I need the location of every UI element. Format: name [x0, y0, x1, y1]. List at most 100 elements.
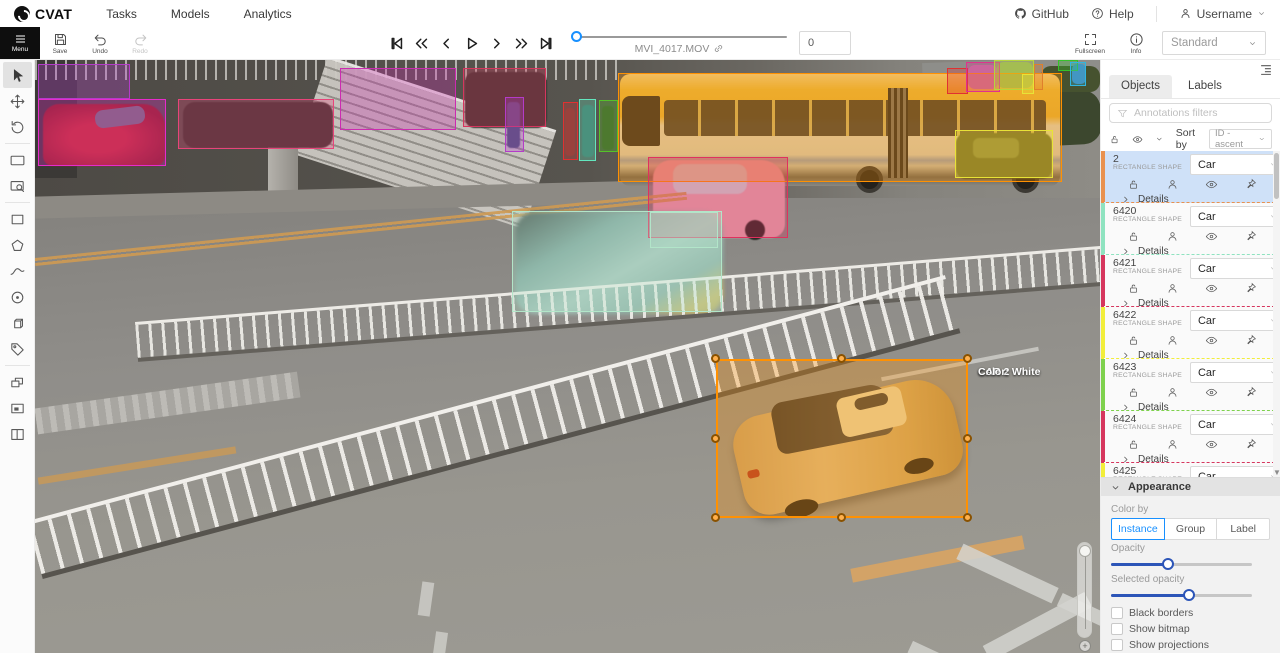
cvat-logo[interactable]: CVAT [14, 6, 72, 22]
save-button[interactable]: Save [40, 27, 80, 59]
forward-button[interactable] [510, 32, 533, 55]
frame-slider-handle[interactable] [571, 31, 582, 42]
object-hide-icon[interactable] [1205, 386, 1218, 399]
move-tool[interactable] [3, 88, 32, 114]
group-tool[interactable] [3, 395, 32, 421]
object-hide-icon[interactable] [1205, 282, 1218, 295]
object-occluded-icon[interactable] [1166, 178, 1179, 191]
user-menu[interactable]: Username [1179, 7, 1266, 21]
workspace-mode-select[interactable]: Standard [1162, 31, 1266, 55]
annotation-box[interactable] [505, 97, 524, 152]
nav-item-tasks[interactable]: Tasks [106, 7, 137, 21]
checkbox-box[interactable] [1111, 623, 1123, 635]
object-list-item[interactable]: 2 RECTANGLE SHAPE Car ⋮ Details [1101, 151, 1280, 203]
annotation-box[interactable] [178, 99, 334, 149]
object-pin-icon[interactable] [1244, 178, 1257, 191]
last-frame-button[interactable] [535, 32, 558, 55]
info-button[interactable]: Info [1116, 32, 1156, 55]
opacity-slider-handle[interactable] [1162, 558, 1174, 570]
fit-image-tool[interactable] [3, 147, 32, 173]
cursor-tool[interactable] [3, 62, 32, 88]
object-occluded-icon[interactable] [1166, 282, 1179, 295]
resize-handle[interactable] [963, 434, 972, 443]
object-lock-icon[interactable] [1127, 334, 1140, 347]
frame-number-input[interactable]: 0 [799, 31, 851, 55]
annotation-box[interactable] [579, 99, 596, 161]
object-label-select[interactable]: Car [1190, 310, 1280, 331]
object-label-select[interactable]: Car [1190, 362, 1280, 383]
object-list-item[interactable]: 6421 RECTANGLE SHAPE Car ⋮ Details [1101, 255, 1280, 307]
annotation-box[interactable] [1022, 74, 1034, 94]
annotation-box[interactable] [340, 68, 456, 130]
object-list-item[interactable]: 6424 RECTANGLE SHAPE Car ⋮ Details [1101, 411, 1280, 463]
checkbox-show-bitmap[interactable]: Show bitmap [1111, 623, 1190, 635]
object-hide-icon[interactable] [1205, 438, 1218, 451]
opacity-slider[interactable] [1111, 557, 1270, 571]
play-button[interactable] [460, 32, 483, 55]
draw-points-tool[interactable] [3, 284, 32, 310]
first-frame-button[interactable] [385, 32, 408, 55]
object-lock-icon[interactable] [1127, 230, 1140, 243]
nav-item-analytics[interactable]: Analytics [244, 7, 292, 21]
split-tool[interactable] [3, 421, 32, 447]
objects-scrollbar[interactable]: ▼ [1273, 151, 1280, 477]
annotations-filter-input[interactable]: Annotations filters [1109, 103, 1272, 124]
lock-all-icon[interactable] [1109, 133, 1120, 146]
object-occluded-icon[interactable] [1166, 334, 1179, 347]
setup-tag-tool[interactable] [3, 336, 32, 362]
object-pin-icon[interactable] [1244, 334, 1257, 347]
next-button[interactable] [485, 32, 508, 55]
undo-button[interactable]: Undo [80, 27, 120, 59]
backward-button[interactable] [410, 32, 433, 55]
fullscreen-button[interactable]: Fullscreen [1070, 32, 1110, 55]
selected-opacity-slider-handle[interactable] [1183, 589, 1195, 601]
expand-all-icon[interactable] [1155, 134, 1164, 144]
resize-handle[interactable] [711, 513, 720, 522]
object-lock-icon[interactable] [1127, 178, 1140, 191]
object-occluded-icon[interactable] [1166, 230, 1179, 243]
zoom-in-button[interactable]: + [1079, 640, 1091, 652]
annotation-box[interactable] [1034, 64, 1043, 90]
object-pin-icon[interactable] [1244, 386, 1257, 399]
tab-objects[interactable]: Objects [1109, 75, 1172, 98]
object-pin-icon[interactable] [1244, 230, 1257, 243]
tab-labels[interactable]: Labels [1176, 75, 1234, 98]
annotation-box[interactable] [38, 99, 166, 166]
resize-handle[interactable] [711, 434, 720, 443]
object-label-select[interactable]: Car [1190, 258, 1280, 279]
color-by-label-button[interactable]: Label [1216, 518, 1270, 540]
color-by-instance-button[interactable]: Instance [1111, 518, 1165, 540]
select-roi-tool[interactable] [3, 173, 32, 199]
hide-all-icon[interactable] [1132, 133, 1143, 146]
annotation-box[interactable] [1070, 62, 1086, 86]
draw-rectangle-tool[interactable] [3, 206, 32, 232]
rotate-tool[interactable] [3, 114, 32, 140]
previous-button[interactable] [435, 32, 458, 55]
object-hide-icon[interactable] [1205, 334, 1218, 347]
merge-tool[interactable] [3, 369, 32, 395]
object-hide-icon[interactable] [1205, 178, 1218, 191]
resize-handle[interactable] [837, 354, 846, 363]
draw-cuboid-tool[interactable] [3, 310, 32, 336]
object-label-select[interactable]: Car [1190, 154, 1280, 175]
resize-handle[interactable] [711, 354, 720, 363]
frame-slider[interactable] [572, 32, 787, 42]
object-list-item[interactable]: 6422 RECTANGLE SHAPE Car ⋮ Details [1101, 307, 1280, 359]
object-occluded-icon[interactable] [1166, 386, 1179, 399]
zoom-slider-handle[interactable] [1079, 545, 1091, 557]
object-pin-icon[interactable] [1244, 438, 1257, 451]
draw-polygon-tool[interactable] [3, 232, 32, 258]
selected-opacity-slider[interactable] [1111, 588, 1270, 602]
draw-polyline-tool[interactable] [3, 258, 32, 284]
object-label-select[interactable]: Car [1190, 466, 1280, 477]
checkbox-show-projections[interactable]: Show projections [1111, 639, 1209, 651]
color-by-group-button[interactable]: Group [1164, 518, 1218, 540]
annotation-box[interactable] [947, 68, 968, 94]
checkbox-box[interactable] [1111, 639, 1123, 651]
checkbox-box[interactable] [1111, 607, 1123, 619]
annotation-box[interactable] [38, 64, 130, 99]
help-link[interactable]: Help [1091, 7, 1134, 21]
selected-annotation-box[interactable] [716, 359, 968, 518]
canvas-zoom-slider[interactable] [1077, 542, 1092, 638]
annotation-box[interactable] [955, 130, 1053, 178]
